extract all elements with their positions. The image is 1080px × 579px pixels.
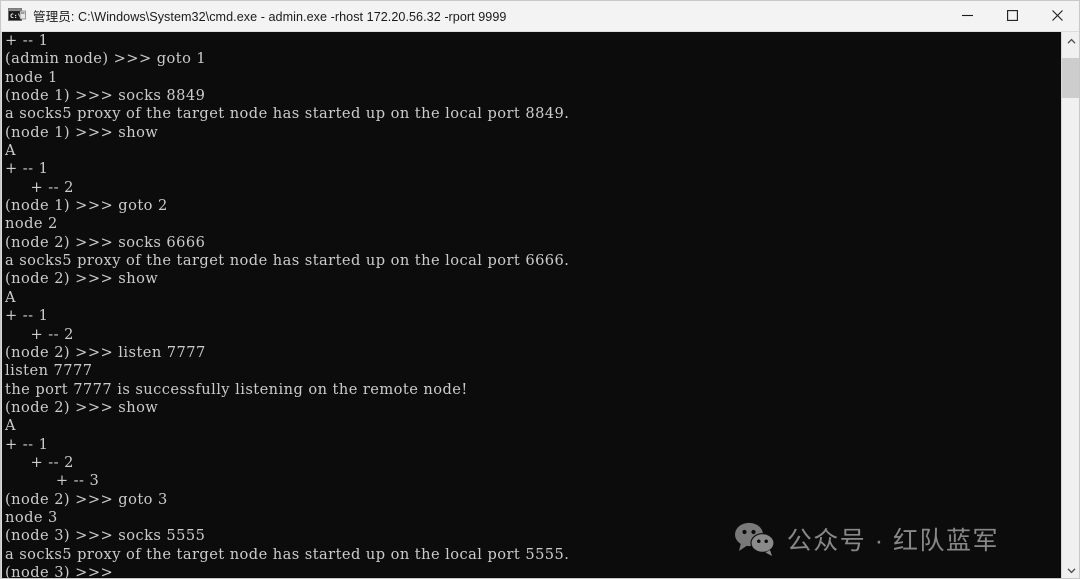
console-line: (node 2) >>> show [5,398,159,416]
maximize-button[interactable] [990,0,1035,31]
console-line: (node 3) >>> socks 5555 [5,527,206,545]
console-line: node 3 [5,508,58,526]
console-line: (node 3) >>> [5,563,119,579]
scroll-up-button[interactable] [1062,32,1080,50]
cmd-window: C:\ 管理员: C:\Windows\System32\cmd.exe - a… [0,0,1080,579]
scrollbar-track[interactable] [1062,50,1080,561]
window-titlebar[interactable]: C:\ 管理员: C:\Windows\System32\cmd.exe - a… [0,0,1080,32]
console-line: a socks5 proxy of the target node has st… [5,252,570,270]
window-controls [945,0,1080,31]
close-button[interactable] [1035,0,1080,31]
console-line: A [5,142,16,160]
scroll-down-button[interactable] [1062,561,1080,579]
console-output[interactable]: + -- 1 (admin node) >>> goto 1 node 1 (node… [2,32,1061,579]
console-line: node 1 [5,68,58,86]
vertical-scrollbar[interactable] [1061,32,1080,579]
console-line: listen 7777 [5,362,93,380]
console-area: + -- 1 (admin node) >>> goto 1 node 1 (node… [0,32,1080,579]
console-line: + -- 2 [5,178,74,196]
console-line: A [5,417,16,435]
console-line: the port 7777 is successfully listening … [5,380,468,398]
window-title: 管理员: C:\Windows\System32\cmd.exe - admin… [33,10,507,24]
console-line: (admin node) >>> goto 1 [5,50,207,68]
console-line: a socks5 proxy of the target node has st… [5,105,570,123]
console-line-list: + -- 1 (admin node) >>> goto 1 node 1 (node… [3,32,1061,579]
console-line: A [5,288,16,306]
console-line: + -- 3 [5,472,100,490]
titlebar-left-group: C:\ 管理员: C:\Windows\System32\cmd.exe - a… [0,6,945,25]
console-line: (node 2) >>> socks 6666 [5,233,206,251]
console-line: (node 1) >>> socks 8849 [5,87,206,105]
console-line: (node 1) >>> show [5,123,159,141]
console-line: + -- 1 [5,32,49,49]
scrollbar-thumb[interactable] [1062,58,1080,98]
console-line: node 2 [5,215,58,233]
minimize-button[interactable] [945,0,990,31]
cmd-console-icon: C:\ [8,7,26,24]
console-line: + -- 2 [5,325,74,343]
console-line: (node 2) >>> listen 7777 [5,343,206,361]
console-line: + -- 1 [5,160,49,178]
console-line: a socks5 proxy of the target node has st… [5,545,570,563]
console-line: + -- 1 [5,435,49,453]
console-line: (node 2) >>> goto 3 [5,490,168,508]
console-line: + -- 1 [5,307,49,325]
console-line: (node 2) >>> show [5,270,159,288]
console-line: (node 1) >>> goto 2 [5,197,168,215]
console-line: + -- 2 [5,453,74,471]
